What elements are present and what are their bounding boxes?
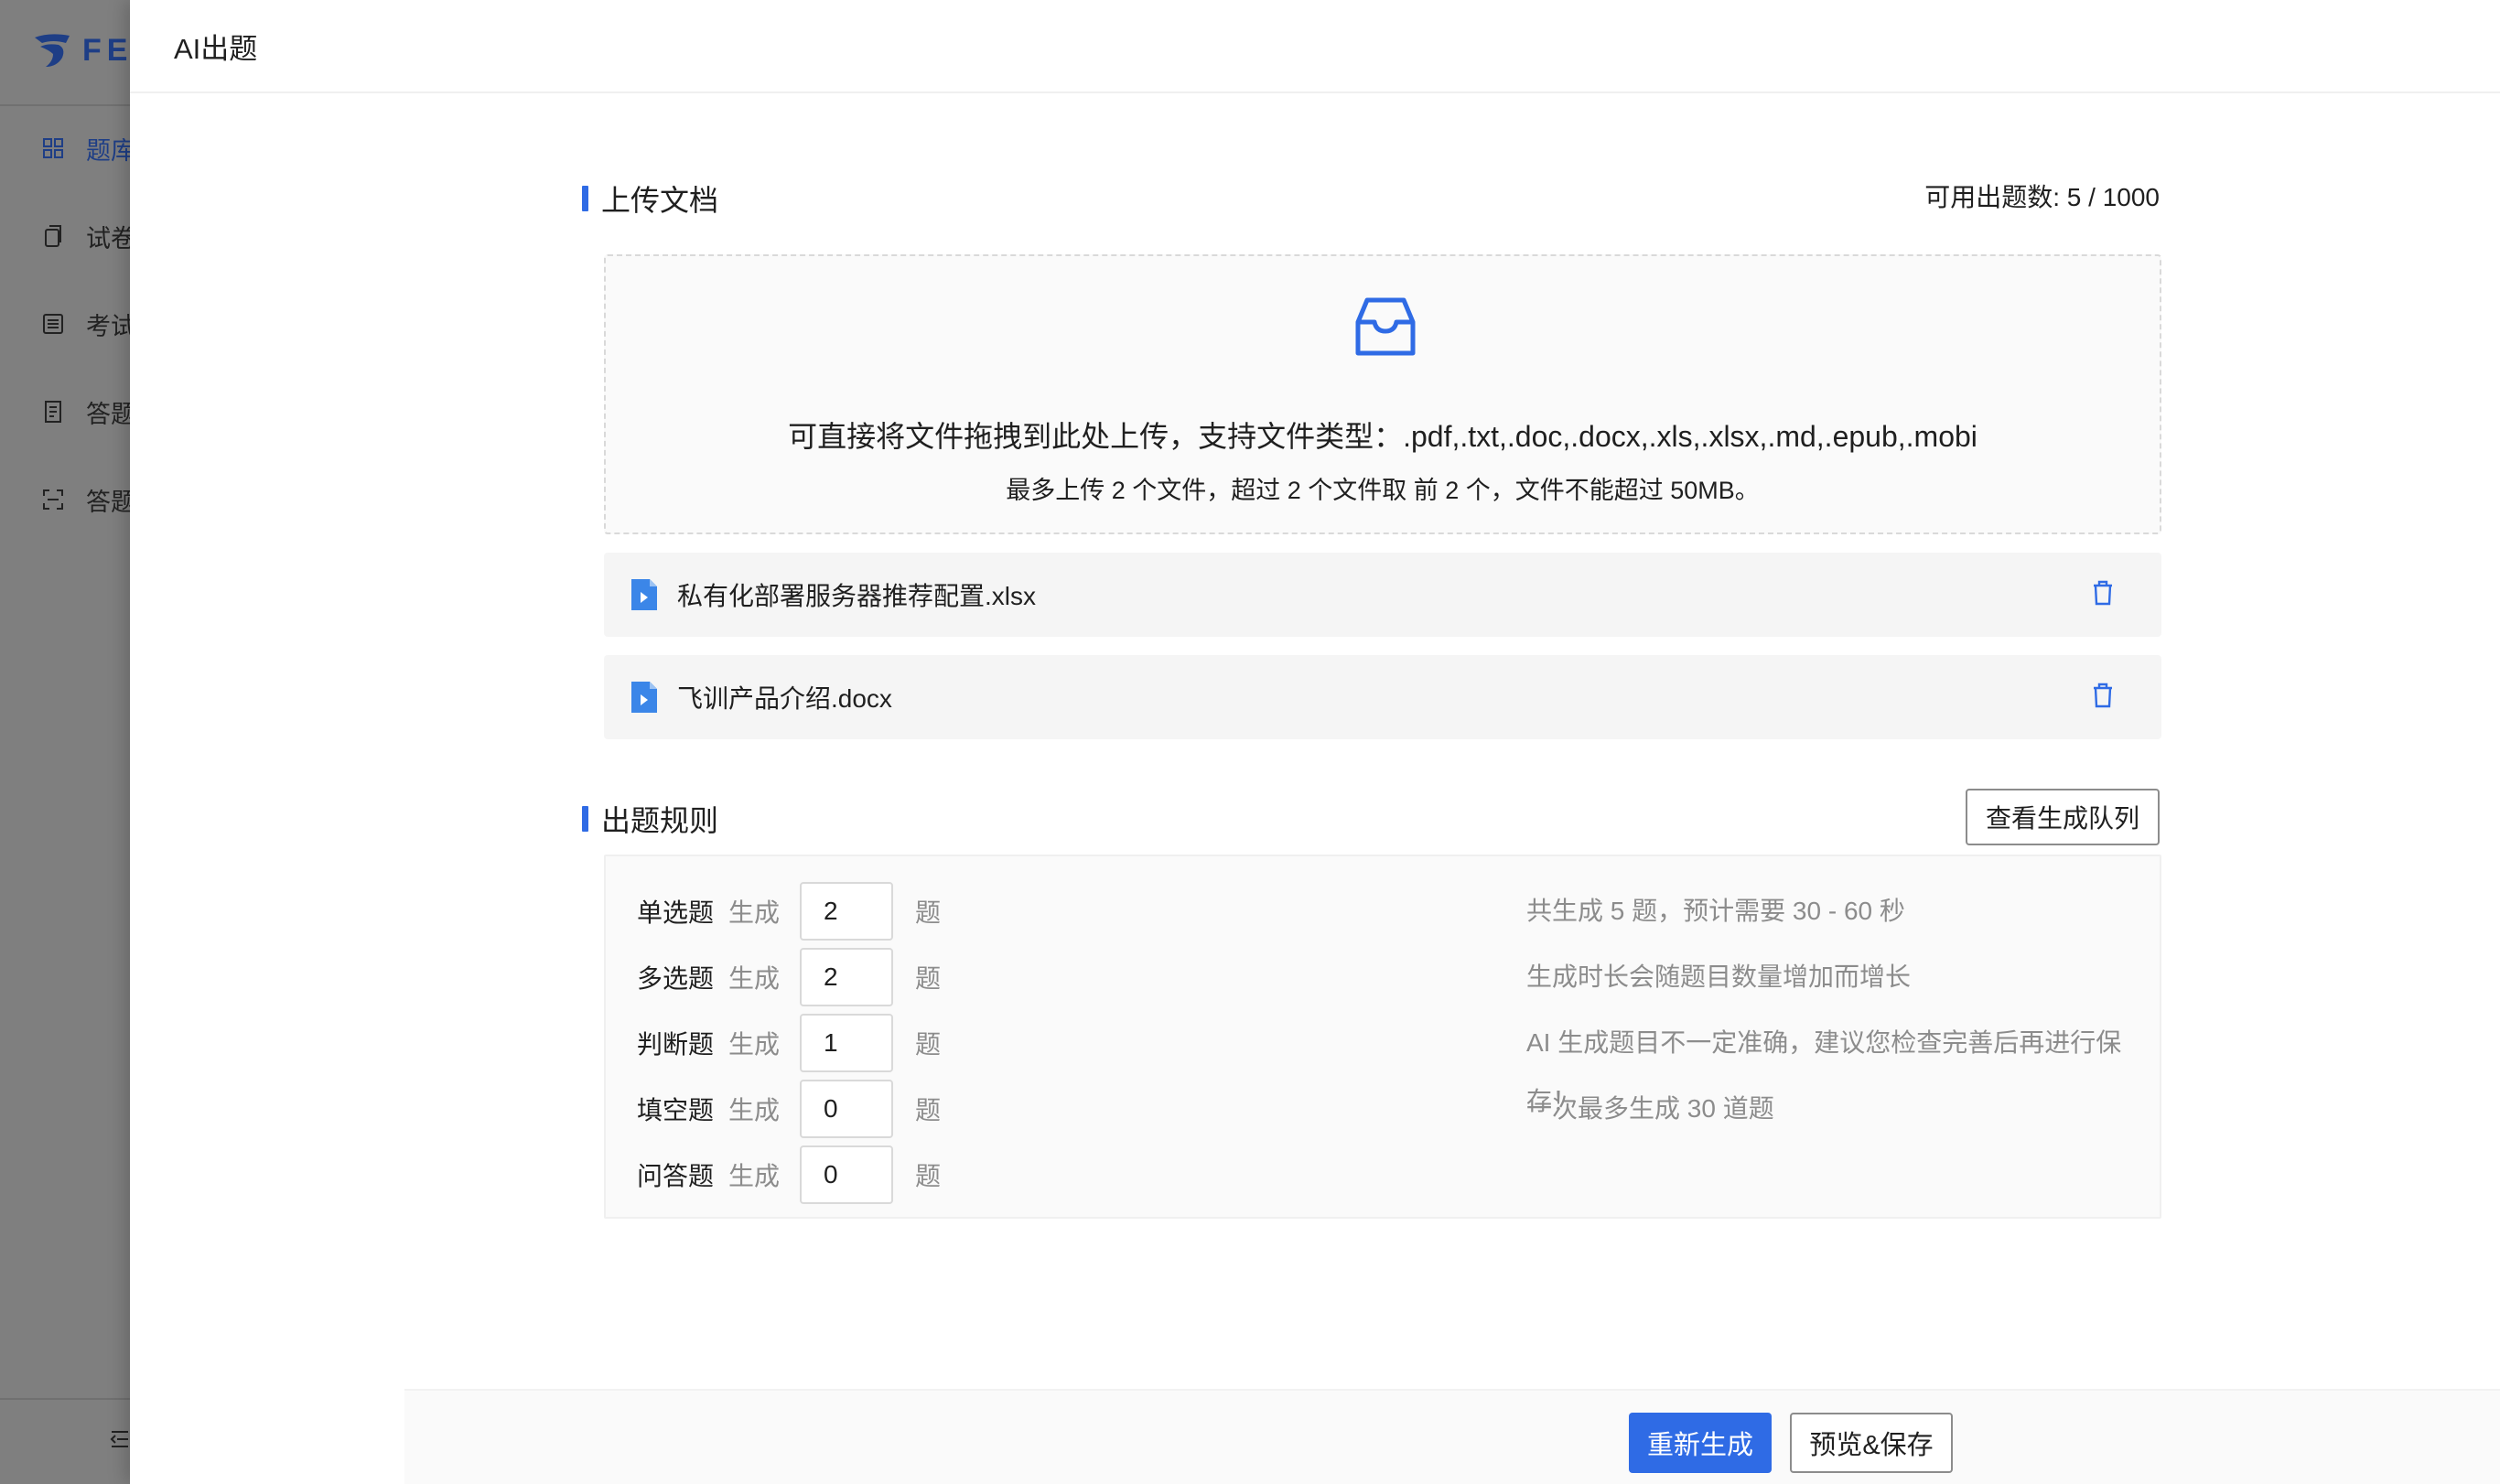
copy-icon	[45, 225, 61, 247]
uploaded-file-item: 私有化部署服务器推荐配置.xlsx	[604, 553, 2161, 637]
rule-row-multiple-choice: 多选题 生成 题	[637, 948, 941, 1006]
true-false-count-input[interactable]	[800, 1014, 893, 1072]
rules-section-title: 出题规则	[582, 798, 718, 840]
rule-note: AI 生成题目不一定准确，建议您检查完善后再进行保存！	[1526, 1028, 2122, 1115]
single-choice-count-input[interactable]	[800, 882, 893, 941]
generate-label: 生成	[728, 1162, 781, 1190]
section-title-text: 上传文档	[601, 184, 719, 217]
rule-row-true-false: 判断题 生成 题	[637, 1014, 941, 1072]
question-type-label: 问答题	[637, 1162, 715, 1190]
generate-label: 生成	[728, 964, 781, 993]
trash-icon[interactable]	[2092, 683, 2114, 708]
question-type-label: 多选题	[637, 964, 715, 993]
fill-blank-count-input[interactable]	[800, 1080, 893, 1138]
uploaded-file-item: 飞训产品介绍.docx	[604, 655, 2161, 739]
menu-fold-icon[interactable]	[110, 1429, 130, 1454]
generate-label: 生成	[728, 1030, 781, 1059]
sidebar-divider	[0, 1398, 130, 1400]
upload-section-title: 上传文档	[582, 177, 718, 220]
unit-label: 题	[915, 964, 942, 993]
view-queue-button[interactable]: 查看生成队列	[1966, 789, 2160, 845]
upload-sub-hint: 最多上传 2 个文件，超过 2 个文件取 前 2 个，文件不能超过 50MB。	[1006, 477, 1760, 504]
sidebar-item-label: 考试	[86, 312, 130, 340]
rule-row-short-answer: 问答题 生成 题	[637, 1145, 941, 1204]
inbox-icon	[1355, 297, 1416, 356]
grid-icon	[43, 138, 63, 158]
drawer-header: AI出题	[130, 0, 2500, 93]
upload-hint: 可直接将文件拖拽到此处上传，支持文件类型：.pdf,.txt,.doc,.doc…	[788, 420, 1977, 453]
trash-icon[interactable]	[2092, 580, 2114, 606]
multiple-choice-count-input[interactable]	[800, 948, 893, 1006]
rules-panel: 单选题 生成 题 多选题 生成 题 判断题 生成 题 填空题 生成 题 问答题 …	[604, 855, 2161, 1219]
sidebar-item-label: 答题	[86, 488, 130, 516]
sidebar-item-label: 答题	[86, 400, 130, 428]
scan-icon	[43, 489, 63, 510]
drawer-title: AI出题	[174, 32, 258, 65]
section-accent-bar	[582, 806, 588, 832]
generate-label: 生成	[728, 1096, 781, 1124]
file-icon	[631, 682, 657, 713]
sidebar-item-label: 题库	[86, 136, 130, 165]
question-type-label: 填空题	[637, 1096, 715, 1124]
sidebar-item-answer-records[interactable]: 答题	[42, 481, 130, 518]
sidebar-item-exams[interactable]: 考试	[42, 306, 130, 342]
drawer-footer: 重新生成 预览&保存	[404, 1389, 2500, 1484]
ai-question-drawer: AI出题 上传文档 可用出题数: 5 / 1000 可直接将文件拖拽到此处上传，…	[130, 0, 2500, 1484]
sidebar-item-label: 试卷	[86, 224, 130, 253]
rule-note: 生成时长会随题目数量增加而增长	[1526, 962, 1912, 991]
file-icon	[631, 579, 657, 610]
question-type-label: 单选题	[637, 898, 715, 927]
generate-label: 生成	[728, 898, 781, 927]
logo-icon	[35, 34, 70, 67]
regenerate-button[interactable]: 重新生成	[1629, 1413, 1772, 1473]
unit-label: 题	[915, 1030, 942, 1059]
rule-note: 共生成 5 题，预计需要 30 - 60 秒	[1526, 897, 1905, 925]
rule-note: 一次最多生成 30 道题	[1526, 1094, 1774, 1123]
logo-text: FE	[82, 32, 134, 68]
sidebar-item-question-bank[interactable]: 题库	[42, 130, 130, 167]
rule-row-single-choice: 单选题 生成 题	[637, 882, 941, 941]
list-icon	[43, 314, 63, 334]
unit-label: 题	[915, 1096, 942, 1124]
short-answer-count-input[interactable]	[800, 1145, 893, 1204]
preview-save-button[interactable]: 预览&保存	[1790, 1413, 1953, 1473]
unit-label: 题	[915, 1162, 942, 1190]
section-title-text: 出题规则	[601, 804, 719, 837]
upload-dropzone[interactable]: 可直接将文件拖拽到此处上传，支持文件类型：.pdf,.txt,.doc,.doc…	[604, 254, 2161, 534]
unit-label: 题	[915, 898, 942, 927]
document-icon	[45, 401, 61, 423]
app-logo: FE	[31, 27, 133, 73]
section-accent-bar	[582, 186, 588, 211]
file-name: 私有化部署服务器推荐配置.xlsx	[677, 582, 1037, 610]
sidebar-item-answer-sheets[interactable]: 答题	[42, 393, 130, 430]
rule-row-fill-blank: 填空题 生成 题	[637, 1080, 941, 1138]
quota-label: 可用出题数: 5 / 1000	[1924, 183, 2160, 211]
question-type-label: 判断题	[637, 1030, 715, 1059]
sidebar-item-papers[interactable]: 试卷	[42, 218, 130, 254]
background-sidebar: FE 题库 试卷 考试 答题 答题	[0, 0, 130, 1484]
sidebar-divider	[0, 104, 130, 106]
file-name: 飞训产品介绍.docx	[677, 684, 892, 713]
